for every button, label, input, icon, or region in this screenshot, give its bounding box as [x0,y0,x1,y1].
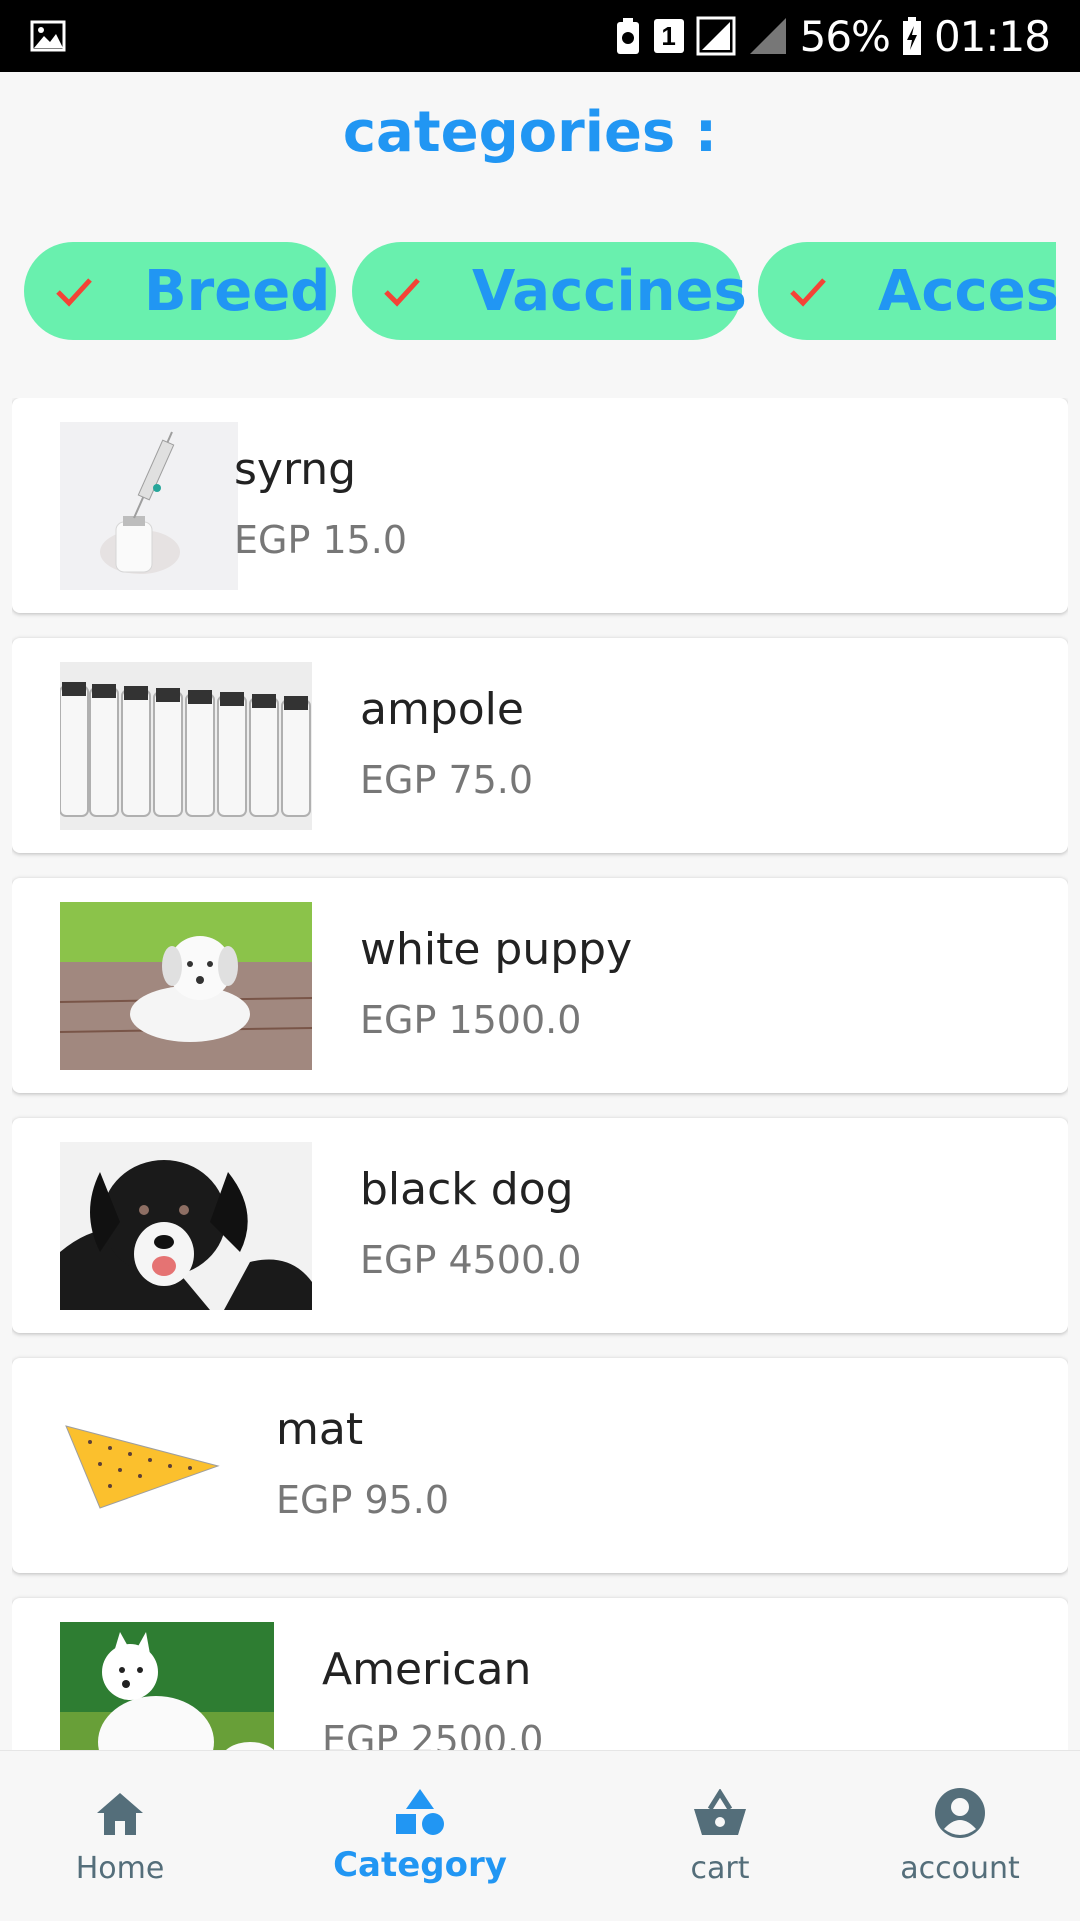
nav-account[interactable]: account [840,1751,1080,1921]
chip-label: Breed [144,258,331,324]
product-name: white puppy [360,924,633,975]
check-icon [384,278,420,307]
product-name: syrng [234,444,357,495]
product-image-american-dog [60,1622,274,1750]
product-price: EGP 4500.0 [360,1238,582,1282]
product-image-ampoules [60,662,312,830]
clock: 01:18 [933,11,1051,61]
status-bar: 1 56% 01:18 [0,0,1080,72]
category-icon [396,1789,444,1835]
product-image-mat [60,1382,224,1550]
chip-label: Vaccines [472,258,747,324]
product-card[interactable]: syrng EGP 15.0 [12,398,1068,613]
basket-icon [694,1789,746,1835]
nav-label: Home [75,1851,165,1886]
nav-label: account [900,1851,1020,1886]
product-price: EGP 75.0 [360,758,534,802]
product-image-black-dog [60,1142,312,1310]
product-image-white-puppy [60,902,312,1070]
product-name: mat [276,1404,364,1455]
page-title: categories : [342,100,718,165]
chip-breed[interactable]: Breed [24,242,336,340]
product-price: EGP 1500.0 [360,998,582,1042]
nav-cart[interactable]: cart [600,1751,840,1921]
signal-sim1-icon [696,16,736,56]
sim-badge: 1 [661,21,676,51]
nav-category[interactable]: Category [300,1751,540,1921]
product-name: ampole [360,684,524,735]
product-card[interactable]: American EGP 2500.0 [12,1598,1068,1750]
recycle-battery-icon [616,18,639,54]
chip-label: Accessories [878,258,1056,324]
nav-label: cart [690,1851,750,1886]
gallery-icon [30,20,66,52]
product-name: black dog [360,1164,574,1215]
battery-charging-icon [902,17,921,55]
product-image-syringe [60,422,238,590]
product-name: American [322,1644,532,1695]
category-chips: Breed Vaccines Accessories [24,242,1056,340]
home-icon [97,1793,143,1835]
bottom-navigation: Home Category cart account [0,1750,1080,1921]
product-list[interactable]: syrng EGP 15.0 ampole EGP 75.0 white pup… [12,398,1068,1750]
product-price: EGP 2500.0 [322,1718,544,1750]
nav-home[interactable]: Home [0,1751,240,1921]
product-card[interactable]: mat EGP 95.0 [12,1358,1068,1573]
product-card[interactable]: ampole EGP 75.0 [12,638,1068,853]
battery-percent: 56% [799,11,891,61]
chip-accessories[interactable]: Accessories [758,242,1056,340]
check-icon [56,278,92,307]
sim-icon: 1 [653,19,684,53]
check-icon [790,278,826,307]
account-icon [935,1788,985,1838]
product-price: EGP 15.0 [234,518,408,562]
product-price: EGP 95.0 [276,1478,450,1522]
signal-sim2-icon [749,18,786,54]
product-card[interactable]: white puppy EGP 1500.0 [12,878,1068,1093]
product-card[interactable]: black dog EGP 4500.0 [12,1118,1068,1333]
chip-vaccines[interactable]: Vaccines [352,242,747,340]
nav-label-active: Category [333,1845,507,1885]
